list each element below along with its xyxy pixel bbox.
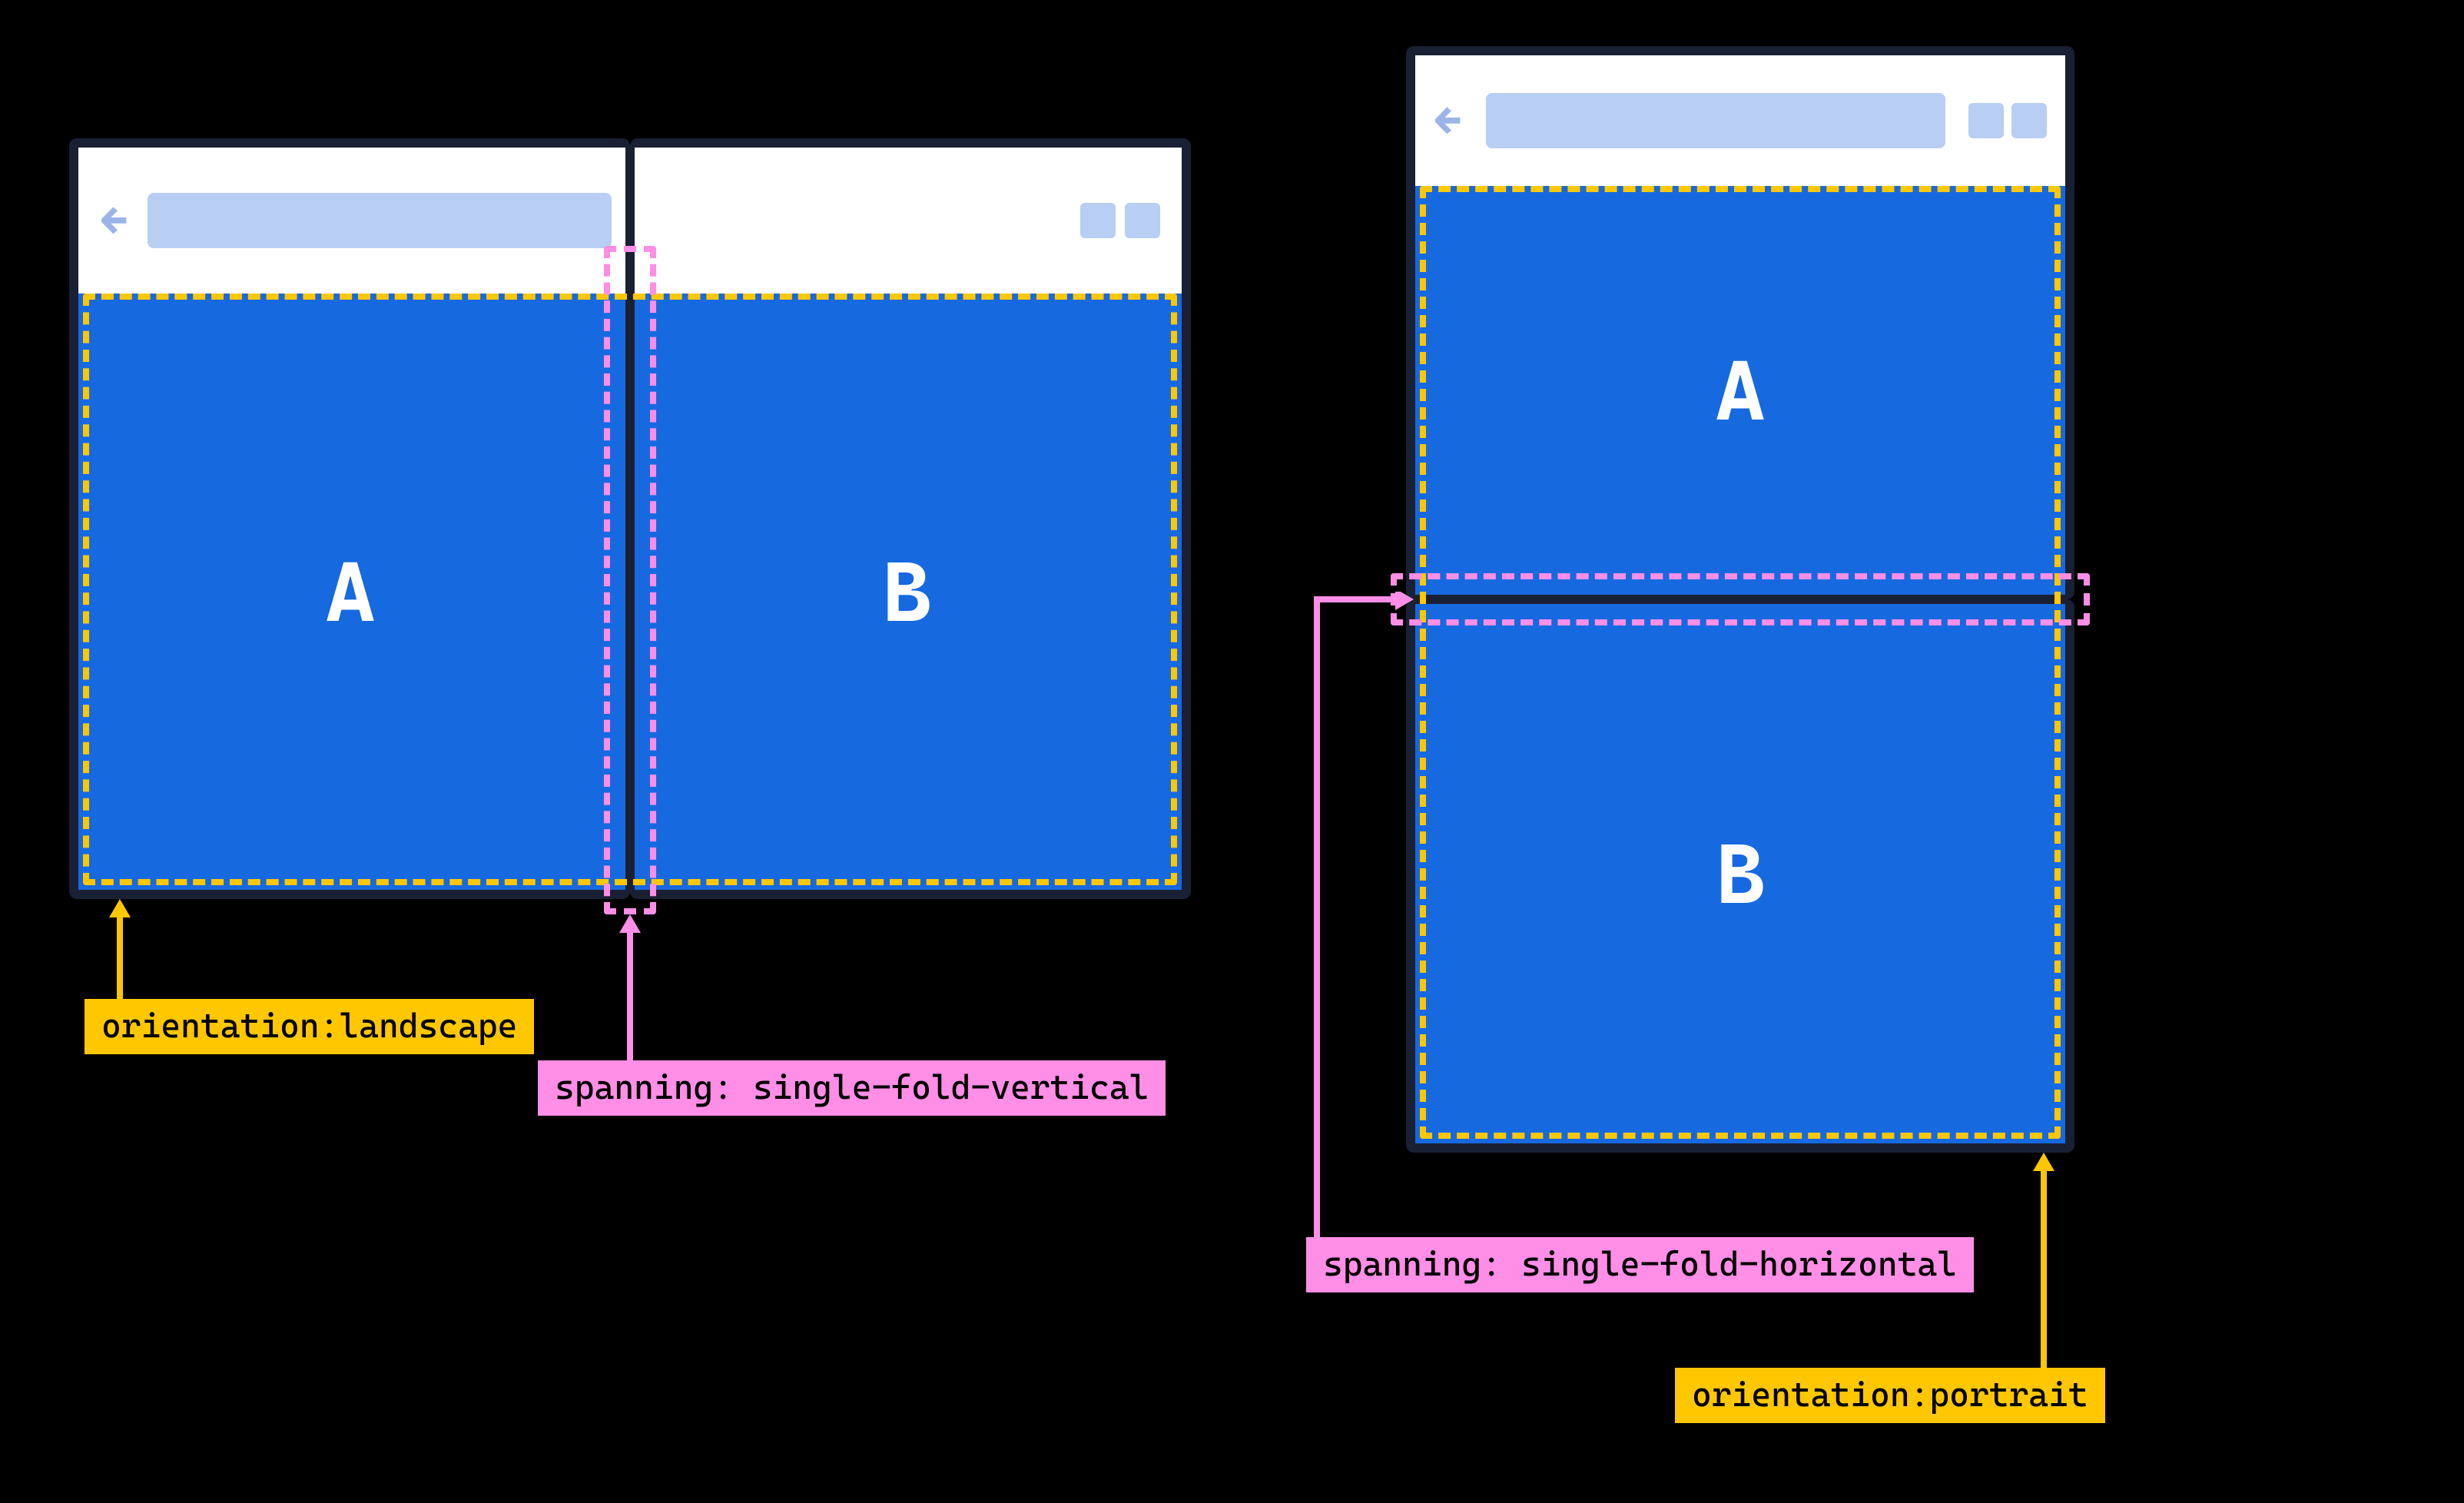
arrow-up-icon [615,914,645,1060]
arrow-up-icon [104,899,135,999]
address-bar [148,193,612,248]
device-landscape: ← A B [69,138,1191,899]
window-button-icon [1125,203,1160,238]
browser-toolbar: ← [1415,55,2065,186]
viewport-segment-b: B [635,294,1182,890]
window-button-icon [2011,103,2047,138]
back-arrow-icon: ← [100,196,129,245]
viewport-segment-a: A [1415,186,2065,595]
segment-label: B [882,542,934,641]
browser-toolbar-right [630,148,1182,294]
window-button-icon [1080,203,1116,238]
segment-label: A [1716,341,1765,440]
spanning-label-horizontal: spanning: single-fold-horizontal [1306,1237,1974,1292]
address-bar [1486,93,1946,148]
viewport-segment-a: A [78,294,625,890]
orientation-label-portrait: orientation:portrait [1675,1368,2105,1423]
segment-label: B [1716,824,1765,923]
orientation-label-landscape: orientation:landscape [85,999,534,1054]
arrow-elbow-icon [1306,592,1414,1237]
back-arrow-icon: ← [1434,96,1463,145]
arrow-up-icon [2028,1153,2059,1368]
viewport-segment-b: B [1415,604,2065,1143]
window-button-icon [1968,103,2004,138]
browser-toolbar-left: ← [78,148,630,294]
spanning-label-vertical: spanning: single-fold-vertical [538,1060,1166,1116]
segment-label: A [326,542,378,641]
device-portrait: ← A B [1406,46,2074,1153]
